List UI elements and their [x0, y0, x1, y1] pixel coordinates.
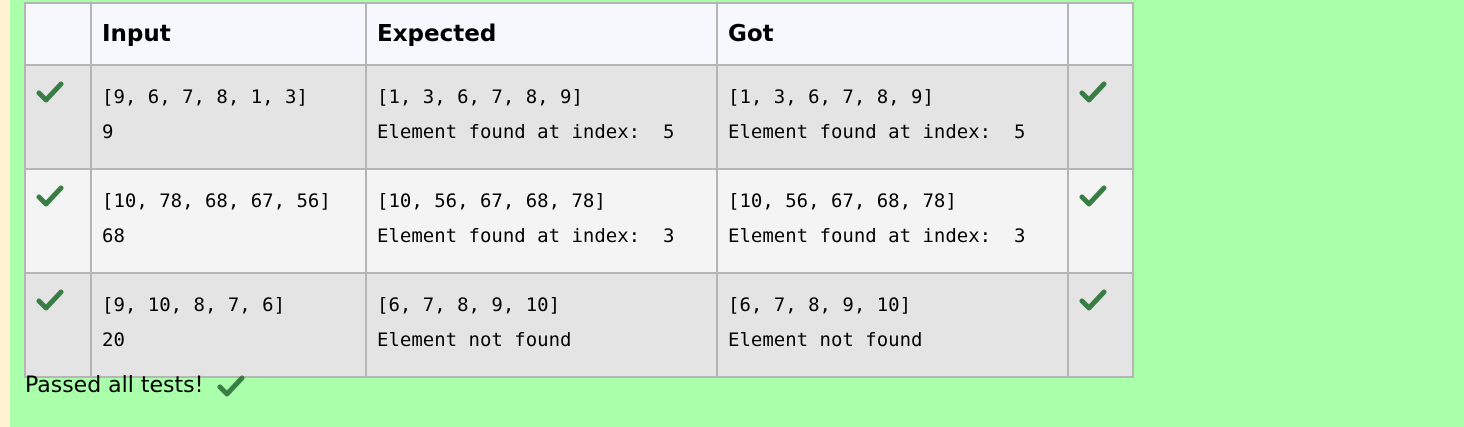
- header-status: [24, 2, 92, 66]
- input-search-value: 68: [102, 225, 125, 247]
- got-message: Element found at index: 5: [728, 121, 1026, 143]
- got-cell: [10, 56, 67, 68, 78] Element found at in…: [716, 168, 1069, 274]
- header-input: Input: [90, 2, 367, 66]
- expected-cell: [10, 56, 67, 68, 78] Element found at in…: [365, 168, 718, 274]
- got-cell: [6, 7, 8, 9, 10] Element not found: [716, 272, 1069, 378]
- input-cell: [10, 78, 68, 67, 56] 68: [90, 168, 367, 274]
- expected-message: Element not found: [377, 329, 572, 351]
- expected-message: Element found at index: 5: [377, 121, 675, 143]
- table-row: [10, 78, 68, 67, 56] 68 [10, 56, 67, 68,…: [24, 168, 1134, 274]
- input-search-value: 9: [102, 121, 114, 143]
- expected-cell: [1, 3, 6, 7, 8, 9] Element found at inde…: [365, 64, 718, 170]
- result-cell: [1067, 168, 1134, 274]
- status-cell: [24, 64, 92, 170]
- got-sorted-list: [10, 56, 67, 68, 78]: [728, 190, 957, 212]
- input-cell: [9, 10, 8, 7, 6] 20: [90, 272, 367, 378]
- got-message: Element found at index: 3: [728, 225, 1026, 247]
- check-icon: [1079, 185, 1107, 207]
- check-icon: [36, 289, 64, 311]
- test-results-table: Input Expected Got [9, 6, 7, 8, 1, 3] 9 …: [24, 2, 1134, 378]
- check-icon: [217, 375, 245, 396]
- header-expected: Expected: [365, 2, 718, 66]
- expected-sorted-list: [6, 7, 8, 9, 10]: [377, 294, 561, 316]
- status-cell: [24, 272, 92, 378]
- summary-text: Passed all tests!: [25, 373, 204, 398]
- header-result: [1067, 2, 1134, 66]
- status-cell: [24, 168, 92, 274]
- check-icon: [1079, 289, 1107, 311]
- input-list: [9, 6, 7, 8, 1, 3]: [102, 86, 308, 108]
- got-sorted-list: [6, 7, 8, 9, 10]: [728, 294, 912, 316]
- check-icon: [1079, 81, 1107, 103]
- input-cell: [9, 6, 7, 8, 1, 3] 9: [90, 64, 367, 170]
- result-cell: [1067, 64, 1134, 170]
- got-sorted-list: [1, 3, 6, 7, 8, 9]: [728, 86, 934, 108]
- expected-sorted-list: [1, 3, 6, 7, 8, 9]: [377, 86, 583, 108]
- check-icon: [36, 81, 64, 103]
- expected-cell: [6, 7, 8, 9, 10] Element not found: [365, 272, 718, 378]
- left-margin-strip: [0, 0, 10, 427]
- test-summary: Passed all tests!: [25, 373, 245, 398]
- expected-sorted-list: [10, 56, 67, 68, 78]: [377, 190, 606, 212]
- expected-message: Element found at index: 3: [377, 225, 675, 247]
- got-cell: [1, 3, 6, 7, 8, 9] Element found at inde…: [716, 64, 1069, 170]
- got-message: Element not found: [728, 329, 923, 351]
- result-cell: [1067, 272, 1134, 378]
- table-row: [9, 6, 7, 8, 1, 3] 9 [1, 3, 6, 7, 8, 9] …: [24, 64, 1134, 170]
- input-list: [9, 10, 8, 7, 6]: [102, 294, 286, 316]
- input-search-value: 20: [102, 329, 125, 351]
- input-list: [10, 78, 68, 67, 56]: [102, 190, 331, 212]
- check-icon: [36, 185, 64, 207]
- header-got: Got: [716, 2, 1069, 66]
- table-row: [9, 10, 8, 7, 6] 20 [6, 7, 8, 9, 10] Ele…: [24, 272, 1134, 378]
- table-header-row: Input Expected Got: [24, 2, 1134, 66]
